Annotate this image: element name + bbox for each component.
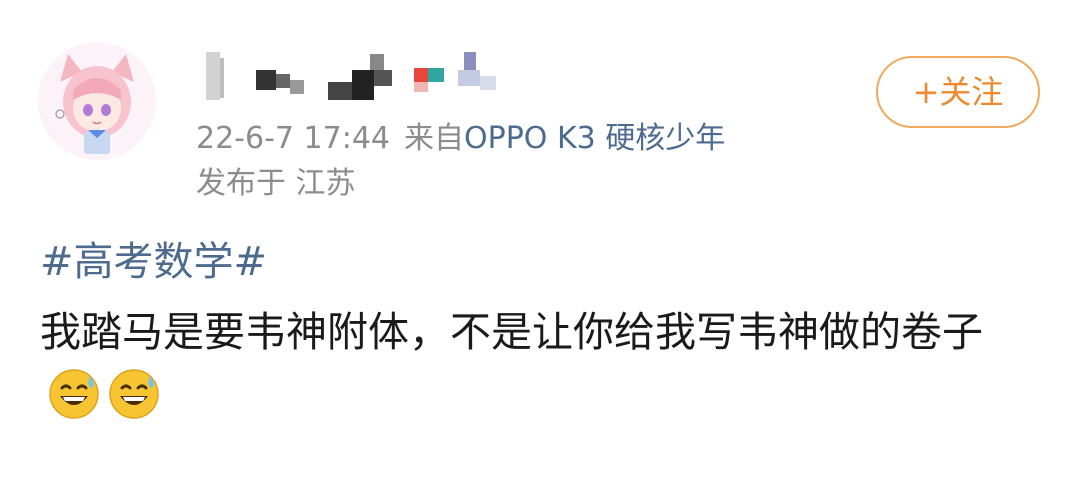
post-meta: 22-6-7 17:44 来自OPPO K3 硬核少年 xyxy=(196,121,725,157)
avatar[interactable] xyxy=(38,42,156,160)
sweat-smile-emoji-icon xyxy=(49,369,99,419)
post-text: 我踏马是要韦神附体，不是让你给我写韦神做的卷子 xyxy=(40,308,983,356)
author-name-pixelated[interactable] xyxy=(196,48,516,108)
post-body: 我踏马是要韦神附体，不是让你给我写韦神做的卷子 xyxy=(40,300,1040,428)
anime-girl-avatar-icon xyxy=(38,42,156,160)
timestamp: 22-6-7 17:44 xyxy=(196,121,390,156)
location: 发布于 江苏 xyxy=(196,166,356,201)
sweat-smile-emoji-icon xyxy=(109,369,159,419)
follow-button[interactable]: +关注 xyxy=(876,56,1040,128)
hashtag-link[interactable]: #高考数学# xyxy=(40,236,267,288)
source-prefix: 来自 xyxy=(404,121,464,156)
device-link[interactable]: OPPO K3 硬核少年 xyxy=(464,121,725,156)
